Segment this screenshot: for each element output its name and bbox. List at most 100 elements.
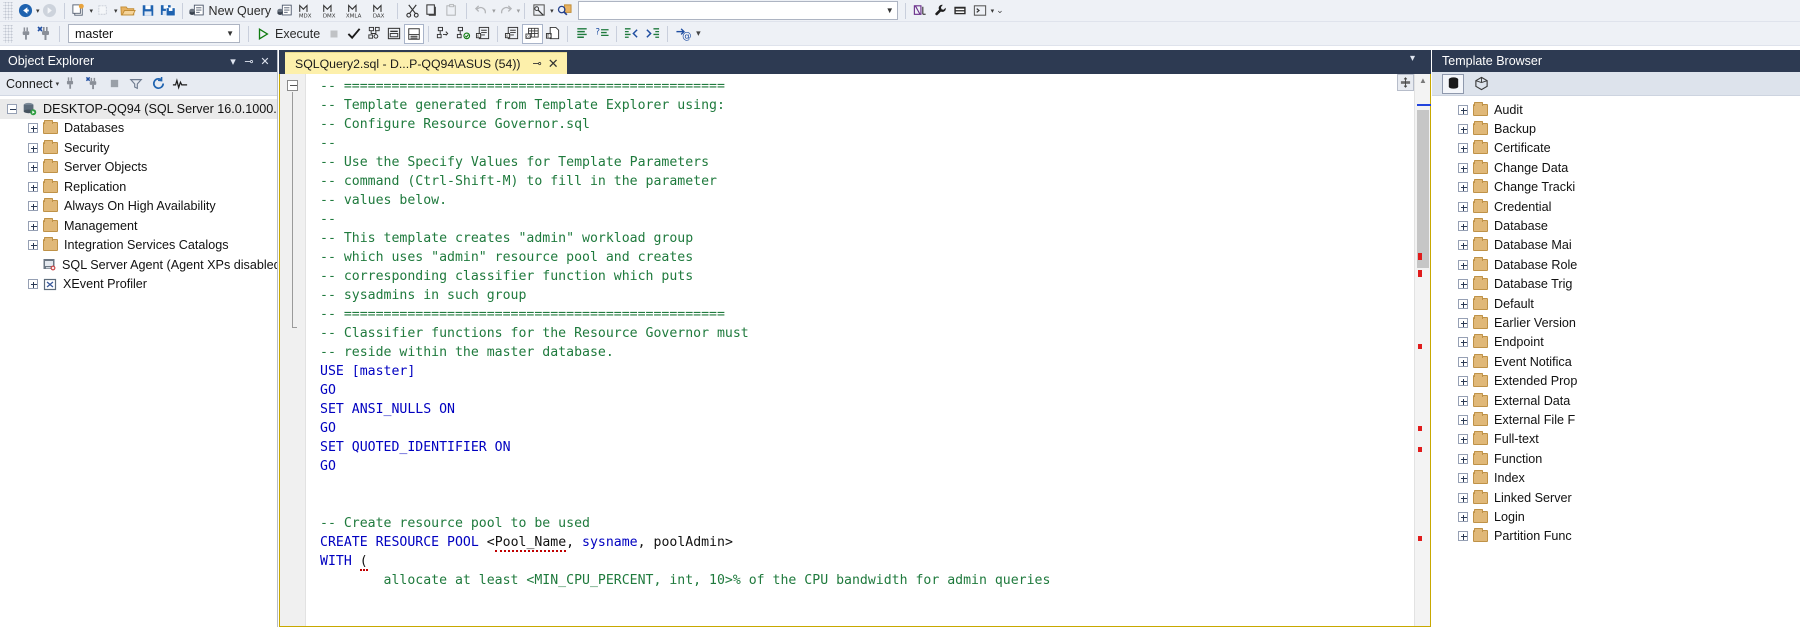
command-prompt-caret[interactable]: ▾ — [991, 7, 995, 15]
expander-icon[interactable] — [1458, 298, 1468, 309]
navigate-backward-button[interactable] — [15, 1, 35, 21]
sql-server-templates-button[interactable] — [1442, 73, 1464, 94]
pin-icon[interactable]: ⊸ — [529, 57, 546, 70]
undo-button[interactable] — [471, 1, 491, 21]
save-all-button[interactable] — [158, 1, 178, 21]
object-explorer-tree[interactable]: DESKTOP-QQ94 (SQL Server 16.0.1000.6 Dat… — [0, 96, 277, 627]
comment-lines-button[interactable] — [572, 24, 592, 44]
object-explorer-button[interactable] — [910, 1, 930, 21]
template-browser-button[interactable] — [950, 1, 970, 21]
template-browser-item[interactable]: External Data — [1432, 391, 1800, 410]
specify-values-for-template-parameters-button[interactable]: @ — [672, 24, 694, 44]
expander-icon[interactable] — [28, 240, 38, 251]
paste-button[interactable] — [442, 1, 462, 21]
expander-icon[interactable] — [28, 279, 38, 290]
expander-icon[interactable] — [1458, 124, 1468, 135]
chevron-down-icon[interactable]: ▼ — [886, 6, 894, 15]
fold-gutter[interactable] — [280, 74, 306, 626]
display-estimated-execution-plan-button[interactable] — [364, 24, 384, 44]
template-browser-item[interactable]: Change Data — [1432, 158, 1800, 177]
filter-button[interactable] — [125, 74, 147, 94]
activity-monitor-button[interactable] — [169, 74, 191, 94]
expander-icon[interactable] — [7, 103, 17, 114]
execute-button[interactable] — [253, 24, 273, 44]
template-browser-item[interactable]: Database Trig — [1432, 275, 1800, 294]
fold-toggle-header[interactable] — [287, 80, 298, 91]
registered-servers-button[interactable] — [529, 1, 549, 21]
connect-plug-button[interactable] — [59, 74, 81, 94]
template-browser-item[interactable]: Certificate — [1432, 139, 1800, 158]
tree-node-sql-server-agent[interactable]: SQL Server Agent (Agent XPs disabled — [0, 255, 277, 275]
disconnect-button[interactable] — [35, 24, 55, 44]
sql-editor[interactable]: -- =====================================… — [279, 74, 1431, 627]
copy-button[interactable] — [422, 1, 442, 21]
scrollbar-track[interactable] — [1417, 88, 1431, 624]
tree-node-management[interactable]: Management — [0, 216, 277, 236]
template-browser-item[interactable]: Full-text — [1432, 430, 1800, 449]
new-query-current-connection-button[interactable] — [275, 1, 295, 21]
find-combo[interactable]: ▼ — [577, 1, 898, 20]
expander-icon[interactable] — [1458, 317, 1468, 328]
command-prompt-button[interactable] — [970, 1, 990, 21]
toolbar-overflow-icon[interactable]: ⌄ — [996, 5, 1004, 16]
expander-icon[interactable] — [1458, 279, 1468, 290]
open-file-button[interactable] — [118, 1, 138, 21]
connect-button[interactable] — [15, 24, 35, 44]
template-browser-item[interactable]: Earlier Version — [1432, 313, 1800, 332]
expander-icon[interactable] — [28, 123, 38, 134]
tree-node-server-objects[interactable]: Server Objects — [0, 158, 277, 178]
tree-node-replication[interactable]: Replication — [0, 177, 277, 197]
expander-icon[interactable] — [1458, 453, 1468, 464]
pin-icon[interactable]: ⊸ — [241, 55, 257, 68]
expander-icon[interactable] — [1458, 376, 1468, 387]
connect-dropdown-label[interactable]: Connect — [6, 77, 55, 91]
increase-indent-button[interactable] — [642, 24, 663, 44]
include-live-query-statistics-button[interactable] — [433, 24, 453, 44]
results-to-grid-button[interactable]: 01 — [522, 23, 544, 44]
expander-icon[interactable] — [1458, 395, 1468, 406]
expander-icon[interactable] — [1458, 201, 1468, 212]
expander-icon[interactable] — [1458, 143, 1468, 154]
tab-overflow-chevron-down-icon[interactable]: ▾ — [1410, 53, 1415, 64]
cut-button[interactable] — [402, 1, 422, 21]
template-browser-item[interactable]: Database — [1432, 216, 1800, 235]
expander-icon[interactable] — [1458, 259, 1468, 270]
new-xmla-query-button[interactable]: XMLA — [343, 1, 369, 21]
include-actual-execution-plan-button[interactable] — [404, 23, 425, 44]
stop-button[interactable] — [324, 24, 344, 44]
execute-label[interactable]: Execute — [273, 24, 324, 44]
add-new-item-button[interactable] — [93, 1, 113, 21]
chevron-down-icon[interactable]: ▼ — [226, 29, 237, 38]
template-browser-item[interactable]: Event Notifica — [1432, 352, 1800, 371]
find-in-files-button[interactable] — [554, 1, 575, 21]
expander-icon[interactable] — [1458, 221, 1468, 232]
expander-icon[interactable] — [1458, 240, 1468, 251]
analysis-services-templates-button[interactable] — [1470, 74, 1492, 94]
available-databases-combo[interactable]: master ▼ — [68, 24, 240, 43]
close-icon[interactable]: ✕ — [257, 55, 273, 68]
expander-icon[interactable] — [28, 162, 38, 173]
tree-node-databases[interactable]: Databases — [0, 119, 277, 139]
expander-icon[interactable] — [28, 181, 38, 192]
expander-icon[interactable] — [1458, 182, 1468, 193]
query-toolbar-overflow-icon[interactable]: ▾ — [696, 28, 701, 39]
results-to-text-button[interactable]: 01 — [473, 24, 493, 44]
template-browser-item[interactable]: Backup — [1432, 119, 1800, 138]
parse-button[interactable] — [344, 24, 364, 44]
template-browser-item[interactable]: Database Role — [1432, 255, 1800, 274]
new-project-button[interactable] — [69, 1, 89, 21]
expander-icon[interactable] — [1458, 434, 1468, 445]
disconnect-plug-button[interactable] — [81, 74, 103, 94]
template-browser-item[interactable]: Change Tracki — [1432, 178, 1800, 197]
refresh-button[interactable] — [147, 74, 169, 94]
scrollbar-thumb[interactable] — [1417, 110, 1429, 268]
tree-node-security[interactable]: Security — [0, 138, 277, 158]
editor-vertical-scrollbar[interactable]: ▲ — [1414, 74, 1431, 626]
new-mdx-query-button[interactable]: MDX — [295, 1, 319, 21]
expander-icon[interactable] — [1458, 492, 1468, 503]
scroll-up-arrow-icon[interactable]: ▲ — [1417, 76, 1429, 85]
template-browser-item[interactable]: Function — [1432, 449, 1800, 468]
properties-window-button[interactable] — [930, 1, 950, 21]
redo-button[interactable] — [496, 1, 516, 21]
template-browser-item[interactable]: Extended Prop — [1432, 371, 1800, 390]
